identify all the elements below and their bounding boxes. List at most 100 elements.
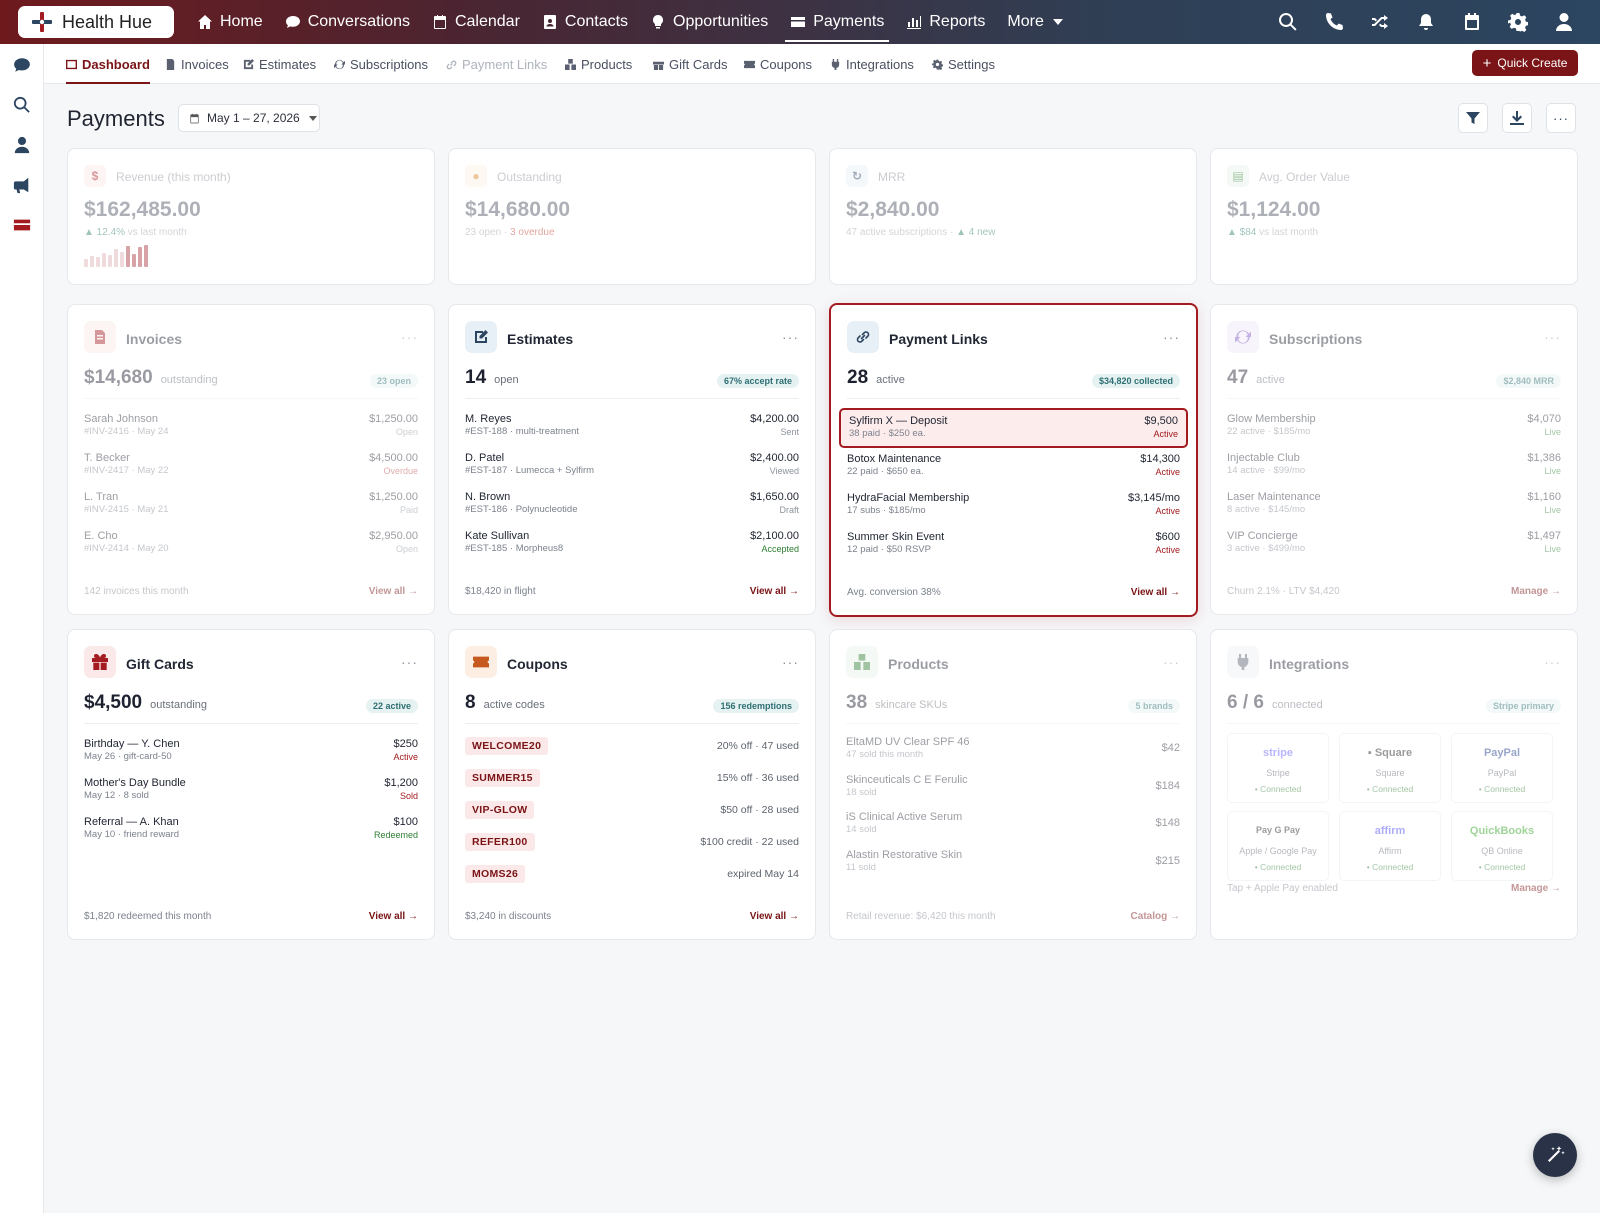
- nav-contacts[interactable]: Contacts: [531, 2, 639, 42]
- tab-products[interactable]: Products: [565, 44, 632, 84]
- download-button[interactable]: [1502, 103, 1532, 133]
- tab-estimates[interactable]: Estimates: [243, 44, 316, 84]
- nav-calendar[interactable]: Calendar: [421, 2, 531, 42]
- list-item[interactable]: Referral — A. Khan May 10 · friend reward…: [84, 811, 418, 850]
- list-item[interactable]: VIP Concierge 3 active · $499/mo $1,497 Liv…: [1227, 525, 1561, 564]
- card-menu-icon[interactable]: ···: [782, 654, 799, 670]
- magic-wand-button[interactable]: [1533, 1133, 1577, 1177]
- gear-icon[interactable]: [1508, 12, 1528, 32]
- integration-tile-affirm[interactable]: affirm Affirm • Connected: [1339, 811, 1441, 881]
- list-item[interactable]: Summer Skin Event 12 paid · $50 RSVP $600 A…: [847, 526, 1180, 565]
- tab-dashboard[interactable]: Dashboard: [66, 44, 150, 84]
- chevron-down-icon: [1052, 19, 1063, 25]
- card-menu-icon[interactable]: ···: [1544, 329, 1561, 345]
- integration-tile-stripe[interactable]: stripe Stripe • Connected: [1227, 733, 1329, 803]
- list-item-selected[interactable]: Sylfirm X — Deposit 38 paid · $250 ea. $9,…: [839, 408, 1188, 448]
- list-item[interactable]: L. Tran #INV-2415 · May 21 $1,250.00 Paid: [84, 486, 418, 525]
- quick-create-button[interactable]: + Quick Create: [1472, 50, 1578, 76]
- card-menu-icon[interactable]: ···: [1544, 654, 1561, 670]
- bell-icon[interactable]: [1416, 12, 1436, 32]
- list-item[interactable]: Injectable Club 14 active · $99/mo $1,386 L…: [1227, 447, 1561, 486]
- list-item[interactable]: D. Patel #EST-187 · Lumecca + Sylfirm $2,4…: [465, 447, 799, 486]
- list-item[interactable]: Kate Sullivan #EST-185 · Morpheus8 $2,100.…: [465, 525, 799, 564]
- more-options-button[interactable]: ···: [1546, 103, 1576, 133]
- list-item[interactable]: Mother's Day Bundle May 12 · 8 sold $1,200…: [84, 772, 418, 811]
- list-item[interactable]: N. Brown #EST-186 · Polynucleotide $1,650.…: [465, 486, 799, 525]
- subscriptions-card[interactable]: Subscriptions ··· 47 active $2,840 MRR Gl…: [1210, 304, 1578, 615]
- estimates-card[interactable]: Estimates ··· 14 open 67% accept rate M. …: [448, 304, 816, 615]
- user-icon[interactable]: [13, 136, 31, 154]
- coupons-card[interactable]: Coupons ··· 8 active codes 156 redemption…: [448, 629, 816, 940]
- credit-card-icon[interactable]: [13, 216, 31, 234]
- date-range-picker[interactable]: May 1 – 27, 2026: [178, 104, 320, 132]
- card-title: Invoices: [126, 331, 183, 347]
- view-all-link[interactable]: View all →: [1131, 587, 1180, 598]
- calendar-alt-icon[interactable]: [1462, 12, 1482, 32]
- card-menu-icon[interactable]: ···: [1163, 654, 1180, 670]
- manage-link[interactable]: Manage →: [1511, 883, 1561, 894]
- nav-home[interactable]: Home: [186, 2, 274, 42]
- card-menu-icon[interactable]: ···: [401, 329, 418, 345]
- nav-more[interactable]: More: [996, 2, 1073, 42]
- tab-subscriptions[interactable]: Subscriptions: [334, 44, 428, 84]
- tab-settings[interactable]: Settings: [932, 44, 995, 84]
- brand-logo[interactable]: Health Hue: [18, 6, 174, 38]
- list-item[interactable]: iS Clinical Active Serum 14 sold $148: [846, 808, 1180, 846]
- catalog-link[interactable]: Catalog →: [1131, 911, 1180, 922]
- integration-tile-quickbooks[interactable]: QuickBooks QB Online • Connected: [1451, 811, 1553, 881]
- view-all-link[interactable]: View all →: [369, 586, 418, 597]
- megaphone-icon[interactable]: [13, 176, 31, 194]
- card-menu-icon[interactable]: ···: [782, 329, 799, 345]
- tab-coupons[interactable]: Coupons: [744, 44, 812, 84]
- list-item[interactable]: MOMS26 expired May 14: [465, 861, 799, 893]
- view-all-link[interactable]: View all →: [750, 911, 799, 922]
- products-card[interactable]: Products ··· 38 skincare SKUs 5 brands El…: [829, 629, 1197, 940]
- tab-integrations[interactable]: Integrations: [830, 44, 914, 84]
- nav-payments[interactable]: Payments: [779, 2, 895, 42]
- list-item[interactable]: WELCOME20 20% off · 47 used: [465, 733, 799, 765]
- list-item[interactable]: Sarah Johnson #INV-2416 · May 24 $1,250.00…: [84, 408, 418, 447]
- shuffle-icon[interactable]: [1370, 12, 1390, 32]
- search-icon[interactable]: [1278, 12, 1298, 32]
- list-item[interactable]: T. Becker #INV-2417 · May 22 $4,500.00 Over…: [84, 447, 418, 486]
- list-item[interactable]: SUMMER15 15% off · 36 used: [465, 765, 799, 797]
- list-item[interactable]: Laser Maintenance 8 active · $145/mo $1,16…: [1227, 486, 1561, 525]
- invoices-card[interactable]: Invoices ··· $14,680 outstanding 23 open …: [67, 304, 435, 615]
- list-item[interactable]: REFER100 $100 credit · 22 used: [465, 829, 799, 861]
- card-menu-icon[interactable]: ···: [401, 654, 418, 670]
- nav-reports[interactable]: Reports: [895, 2, 996, 42]
- view-all-link[interactable]: View all →: [369, 911, 418, 922]
- tab-payment-links[interactable]: Payment Links: [446, 44, 547, 84]
- chat-icon[interactable]: [13, 56, 31, 74]
- list-item[interactable]: VIP-GLOW $50 off · 28 used: [465, 797, 799, 829]
- phone-icon[interactable]: [1324, 12, 1344, 32]
- gift-cards-card[interactable]: Gift Cards ··· $4,500 outstanding 22 acti…: [67, 629, 435, 940]
- user-profile-icon[interactable]: [1554, 12, 1574, 32]
- integration-tile-paypal[interactable]: PayPal PayPal • Connected: [1451, 733, 1553, 803]
- nav-opportunities[interactable]: Opportunities: [639, 2, 779, 42]
- search-icon[interactable]: [13, 96, 31, 114]
- list-item[interactable]: Glow Membership 22 active · $185/mo $4,070…: [1227, 408, 1561, 447]
- tab-gift-cards[interactable]: Gift Cards: [653, 44, 728, 84]
- filter-button[interactable]: [1458, 103, 1488, 133]
- kpi-label: Avg. Order Value: [1259, 170, 1350, 184]
- integration-tile-apple-google-pay[interactable]: Pay G Pay Apple / Google Pay • Connected: [1227, 811, 1329, 881]
- list-item[interactable]: EltaMD UV Clear SPF 46 47 sold this month…: [846, 733, 1180, 771]
- list-item[interactable]: M. Reyes #EST-188 · multi-treatment $4,200…: [465, 408, 799, 447]
- divider: [846, 723, 1180, 724]
- list-item[interactable]: Alastin Restorative Skin 11 sold $215: [846, 846, 1180, 884]
- tab-invoices[interactable]: Invoices: [165, 44, 229, 84]
- nav-conversations[interactable]: Conversations: [274, 2, 421, 42]
- payment-links-card[interactable]: Payment Links ··· 28 active $34,820 colle…: [829, 303, 1198, 617]
- card-menu-icon[interactable]: ···: [1163, 329, 1180, 345]
- card-badge: 22 active: [365, 699, 418, 713]
- view-all-link[interactable]: View all →: [750, 586, 799, 597]
- list-item[interactable]: Botox Maintenance 22 paid · $650 ea. $14,3…: [847, 448, 1180, 487]
- list-item[interactable]: E. Cho #INV-2414 · May 20 $2,950.00 Open: [84, 525, 418, 564]
- list-item[interactable]: Skinceuticals C E Ferulic 18 sold $184: [846, 771, 1180, 809]
- list-item[interactable]: HydraFacial Membership 17 subs · $185/mo $…: [847, 487, 1180, 526]
- list-item[interactable]: Birthday — Y. Chen May 26 · gift-card-50 $…: [84, 733, 418, 772]
- integration-tile-square[interactable]: ▪ Square Square • Connected: [1339, 733, 1441, 803]
- manage-link[interactable]: Manage →: [1511, 586, 1561, 597]
- integrations-card[interactable]: Integrations ··· 6 / 6 connected Stripe p…: [1210, 629, 1578, 940]
